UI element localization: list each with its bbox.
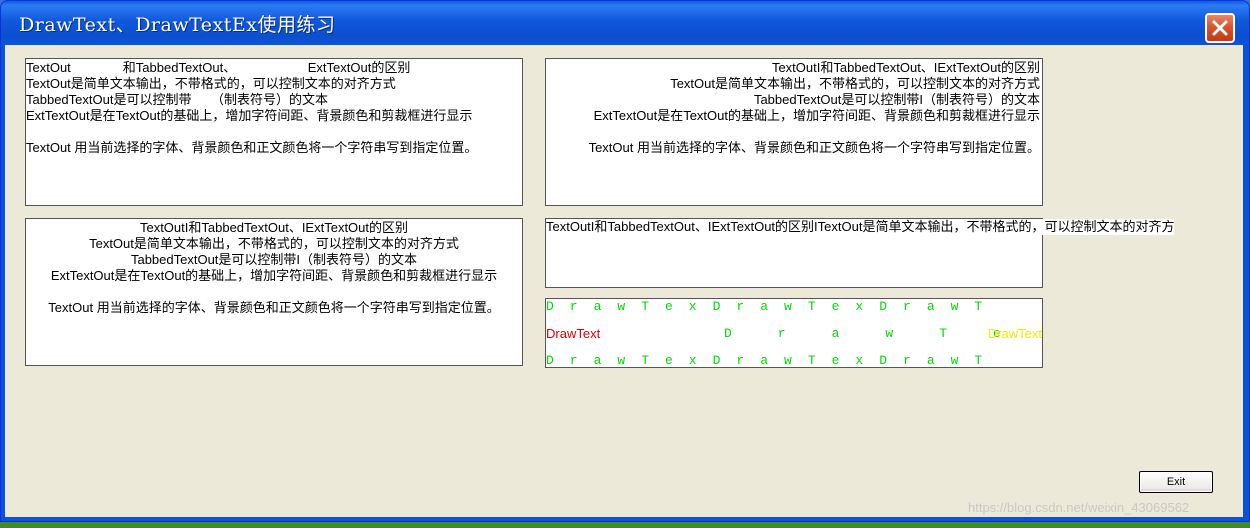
close-icon [1212,20,1228,36]
app-window: DrawText、DrawTextEx使用练习 TextOut 和TabbedT… [0,0,1250,522]
exit-button[interactable]: Exit [1139,471,1213,493]
panel2-line: ExtTextOut是在TextOut的基础上，增加字符间距、背景颜色和剪裁框进… [593,108,1040,123]
panel3-line: TextOut 用当前选择的字体、背景颜色和正文颜色将一个字符串写到指定位置。 [48,300,500,315]
spaced-row-top: DrawTexDrawTexDrawT [546,299,999,314]
client-area: TextOut 和TabbedTextOut、 ExtTextOut的区别 Te… [5,45,1243,517]
panel2-line: TabbedTextOut是可以控制带I（制表符号）的文本 [753,92,1040,107]
panel1-line: TabbedTextOut是可以控制带 （制表符号）的文本 [26,92,328,107]
title-bar[interactable]: DrawText、DrawTextEx使用练习 [1,1,1249,45]
panel2-line: TextOut是简单文本输出，不带格式的，可以控制文本的对齐方式 [670,76,1040,91]
single-line-panel: TextOutI和TabbedTextOut、IExtTextOut的区别ITe… [545,218,1175,288]
panel3-line: TextOut是简单文本输出，不带格式的，可以控制文本的对齐方式 [89,236,459,251]
panel1-line: ExtTextOut是在TextOut的基础上，增加字符间距、背景颜色和剪裁框进… [26,108,473,123]
panel2-line: TextOut 用当前选择的字体、背景颜色和正文颜色将一个字符串写到指定位置。 [588,140,1040,155]
watermark-text: https://blog.csdn.net/weixin_43069562 [968,500,1190,515]
panel4-line: TextOutI和TabbedTextOut、IExtTextOut的区别ITe… [546,219,1175,235]
spaced-row-bottom: DrawTexDrawTexDrawT [546,353,999,368]
panel1-line: TextOut 用当前选择的字体、背景颜色和正文颜色将一个字符串写到指定位置。 [26,140,478,155]
panel1-line: TextOut是简单文本输出，不带格式的，可以控制文本的对齐方式 [26,76,396,91]
close-button[interactable] [1205,13,1235,43]
panel3-line: TabbedTextOut是可以控制带I（制表符号）的文本 [130,252,418,267]
panel3-line: TextOutI和TabbedTextOut、IExtTextOut的区别 [139,220,409,235]
panel1-line: TextOut 和TabbedTextOut、 ExtTextOut的区别 [26,60,411,75]
right-aligned-panel: TextOutI和TabbedTextOut、IExtTextOut的区别 Te… [545,58,1043,206]
red-drawtext: DrawText [546,326,601,341]
textout-panel: TextOut 和TabbedTextOut、 ExtTextOut的区别 Te… [25,58,523,206]
yellow-drawtext: DrawText [987,326,1042,341]
panel3-line: ExtTextOut是在TextOut的基础上，增加字符间距、背景颜色和剪裁框进… [50,268,498,283]
window-title: DrawText、DrawTextEx使用练习 [19,14,336,36]
center-aligned-panel: TextOutI和TabbedTextOut、IExtTextOut的区别 Te… [25,218,523,366]
panel2-line: TextOutI和TabbedTextOut、IExtTextOut的区别 [771,60,1040,75]
drawtext-spacing-panel: DrawTexDrawTexDrawT DrawText DrawText Dr… [545,298,1043,368]
